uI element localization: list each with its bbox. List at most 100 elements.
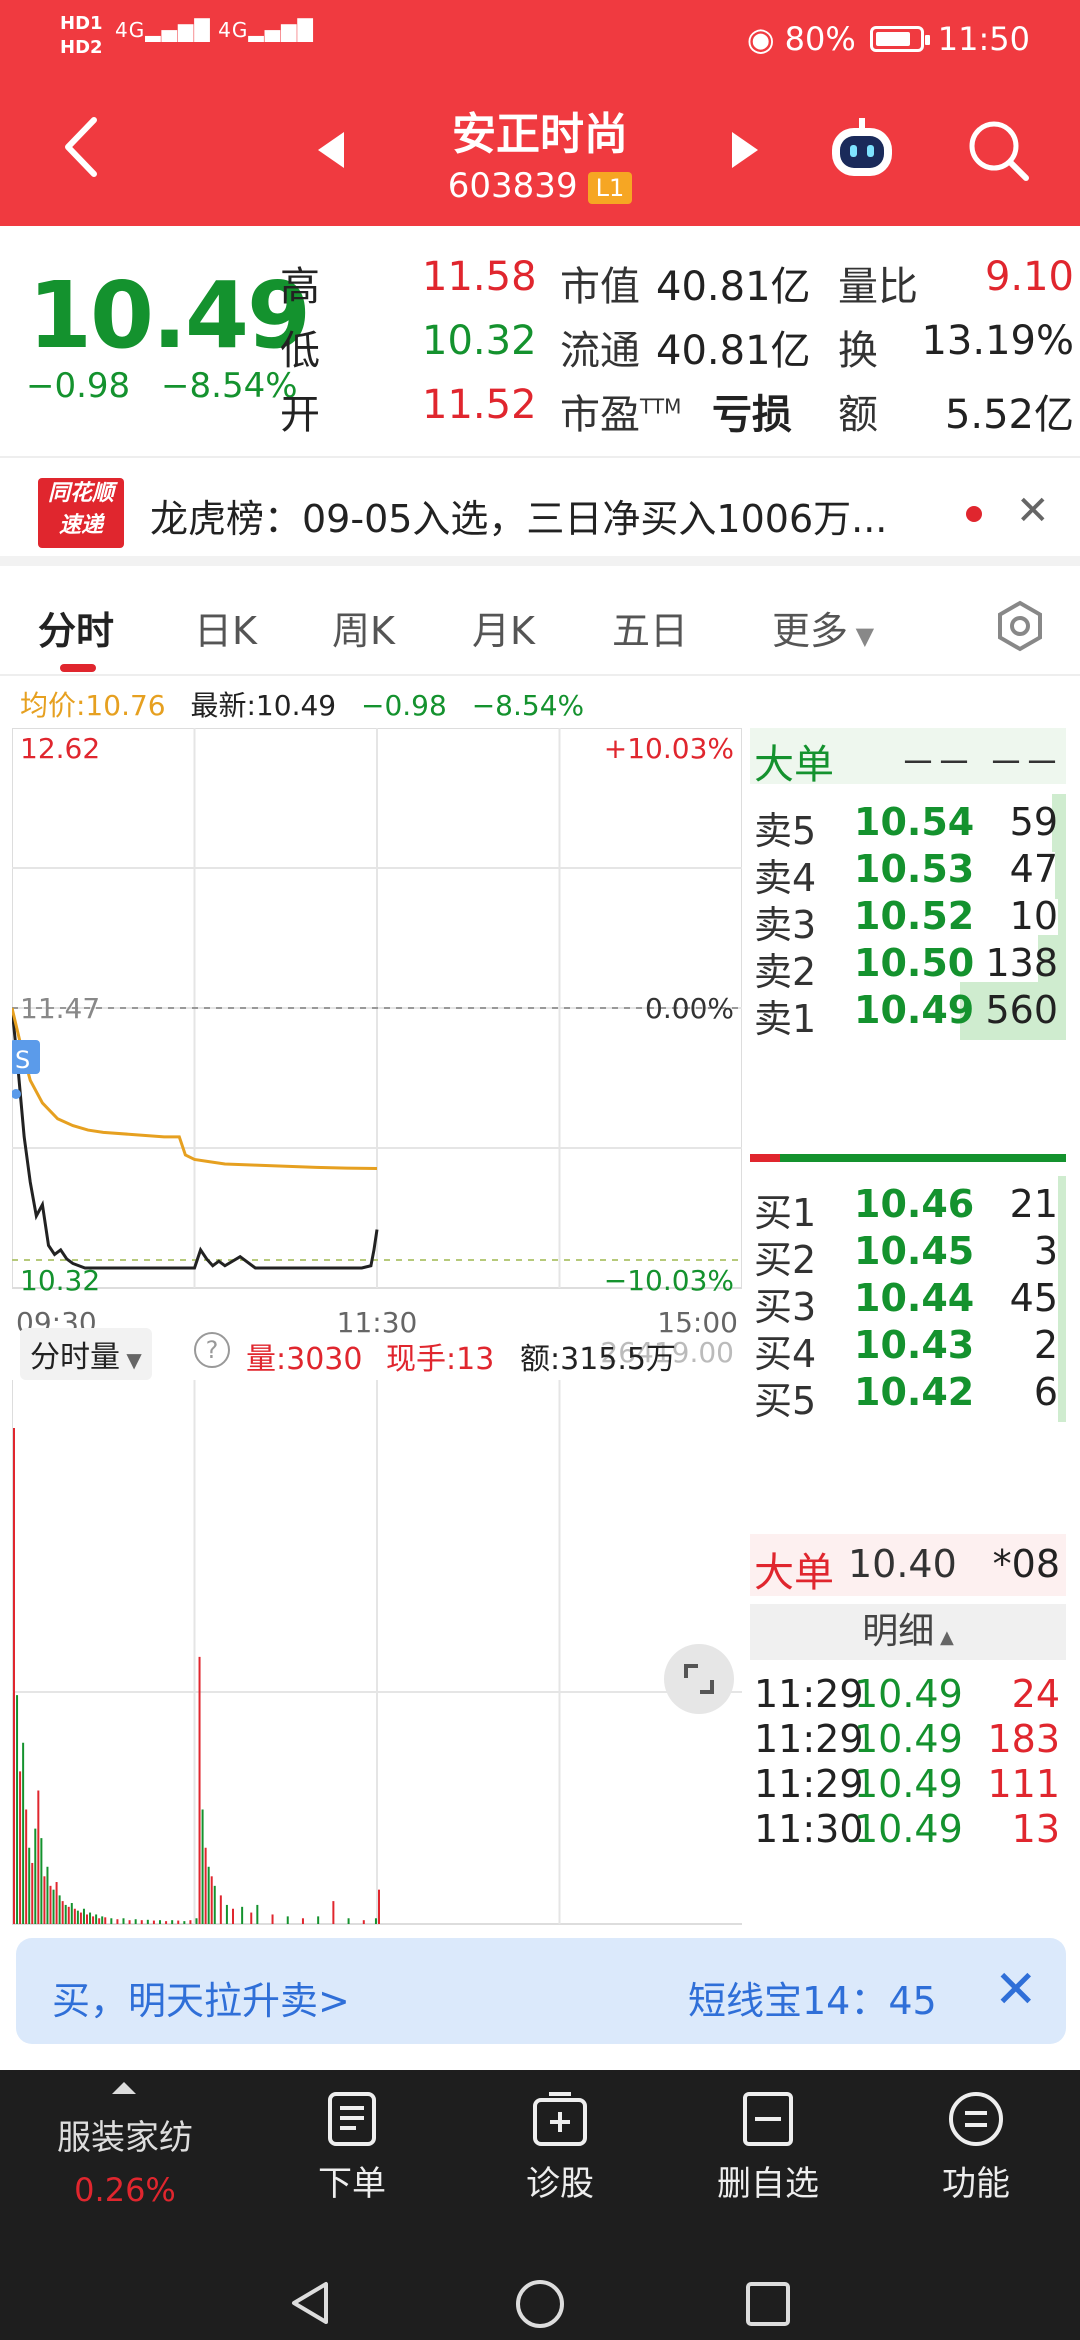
level-volume: 6 [1033, 1370, 1058, 1414]
level-label: 买5 [754, 1379, 817, 1423]
volratio-label: 量比 [838, 264, 918, 310]
change-row: −0.98 −8.54% [26, 366, 298, 406]
battery-pct: 80% [784, 20, 856, 58]
level-badge: L1 [587, 171, 633, 204]
pct-max-label: +10.03% [604, 732, 734, 765]
price-info-line: 均价:10.76 最新:10.49 −0.98 −8.54% [20, 684, 600, 724]
intraday-chart[interactable]: 12.62 11.47 10.32 +10.03% 0.00% −10.03% S 09:30… [10, 727, 743, 1928]
tab-daily-k[interactable]: 日K [194, 600, 257, 655]
news-alert-bar[interactable]: 同花顺 速递 龙虎榜：09-05入选，三日净买入1006万... ✕ [0, 456, 1080, 566]
pct-ref-label: 0.00% [645, 992, 734, 1025]
volume-amount: 额:315.5万 [520, 1342, 676, 1377]
sector-button[interactable]: 服装家纺 0.26% [30, 2110, 220, 2209]
high-value: 11.58 [422, 254, 537, 300]
latest-change: −0.98 [361, 689, 447, 722]
volume-selector[interactable]: 分时量 ▼ [20, 1328, 152, 1380]
bid-ask-ratio-bar [750, 1154, 1066, 1162]
tab-weekly-k[interactable]: 周K [332, 600, 395, 655]
float-label: 流通 [560, 328, 640, 374]
bottom-toolbar: 服装家纺 0.26% 下单 诊股 删自选 功能 [0, 2070, 1080, 2340]
expand-icon[interactable] [664, 1644, 734, 1714]
alert-text: 龙虎榜：09-05入选，三日净买入1006万... [150, 497, 888, 541]
mktcap-label: 市值 [560, 264, 640, 310]
remove-watchlist-button[interactable]: 删自选 [698, 2090, 838, 2205]
diagnose-icon [533, 2092, 587, 2146]
last-price: 10.49 [28, 262, 311, 369]
stock-code-row: 603839 L1 [0, 166, 1080, 206]
order-book: 大单 －－ －－ 卖5 10.54 59 卖4 10.53 47 卖3 10.52 10 卖2 10… [750, 728, 1066, 1928]
close-icon[interactable]: ✕ [994, 1960, 1038, 2020]
header-bar: HD1 HD2 4G▂▄▆█ 4G▂▄▆█ ◉ 80% 11:50 安正时尚 60… [0, 0, 1080, 226]
big-order-header: 大单 －－ －－ [750, 728, 1066, 788]
pe-value: 亏损 [712, 392, 792, 438]
quote-panel: 10.49 −0.98 −8.54% 高 11.58 低 10.32 开 11.… [0, 226, 1080, 456]
tab-more[interactable]: 更多 ▼ [772, 600, 874, 655]
robot-assistant-icon[interactable] [826, 118, 898, 182]
ths-logo: 同花顺 速递 [38, 478, 124, 548]
volratio-value: 9.10 [984, 254, 1074, 300]
y-ref-label: 11.47 [20, 992, 100, 1025]
y-min-label: 10.32 [20, 1264, 100, 1297]
pe-label: 市盈TTM [560, 392, 682, 438]
tab-monthly-k[interactable]: 月K [472, 600, 535, 655]
stock-code: 603839 [447, 166, 578, 206]
tab-five-day[interactable]: 五日 [612, 600, 688, 655]
turnover-label: 换 [838, 328, 878, 374]
volume-share-bar [1058, 1364, 1066, 1422]
trade-volume: 24 [1011, 1672, 1060, 1716]
turnover-value: 13.19% [921, 318, 1074, 364]
promo-banner[interactable]: 买，明天拉升卖> 短线宝14：45 ✕ [16, 1938, 1066, 2044]
volume-total: 量:3030 [246, 1342, 363, 1377]
eye-icon: ◉ [746, 20, 775, 58]
trade-time: 11:29 [754, 1762, 864, 1806]
mktcap-value: 40.81亿 [656, 264, 811, 310]
level-price: 10.49 [854, 988, 975, 1032]
promo-right-text: 短线宝14：45 [688, 1979, 937, 2023]
amount-value: 5.52亿 [944, 392, 1074, 438]
chart-tabs: 分时 日K 周K 月K 五日 更多 ▼ [0, 576, 1080, 676]
diagnose-button[interactable]: 诊股 [490, 2090, 630, 2205]
menu-icon [949, 2092, 1003, 2146]
ask-row[interactable]: 卖1 10.49 560 [750, 976, 1066, 1046]
detail-header[interactable]: 明细 ▲ [750, 1604, 1066, 1660]
trade-volume: 183 [987, 1717, 1060, 1761]
trade-time: 11:30 [754, 1807, 864, 1851]
unread-dot [966, 506, 982, 522]
high-label: 高 [280, 264, 320, 310]
big-order-row[interactable]: 大单 10.40 *08 [750, 1534, 1066, 1596]
tab-intraday[interactable]: 分时 [38, 600, 114, 655]
clock: 11:50 [937, 20, 1030, 58]
level-label: 卖1 [754, 997, 817, 1041]
latest-pct: −8.54% [471, 689, 585, 722]
signal-icon: 4G▂▄▆█ 4G▂▄▆█ [115, 18, 314, 42]
y-max-label: 12.62 [20, 732, 100, 765]
trade-price: 10.49 [854, 1807, 963, 1851]
help-icon[interactable]: ? [194, 1332, 230, 1368]
stock-name: 安正时尚 [452, 109, 628, 160]
expand-up-icon[interactable] [112, 2082, 136, 2094]
avg-price: 均价:10.76 [20, 689, 166, 722]
status-bar: HD1 HD2 4G▂▄▆█ 4G▂▄▆█ ◉ 80% 11:50 [0, 0, 1080, 80]
search-icon[interactable] [966, 118, 1032, 184]
system-nav-bar [0, 2270, 1080, 2340]
trade-price: 10.49 [854, 1672, 963, 1716]
latest-price: 最新:10.49 [190, 689, 337, 722]
low-value: 10.32 [422, 318, 537, 364]
function-button[interactable]: 功能 [906, 2090, 1046, 2205]
trade-signal-label: S [15, 1046, 30, 1074]
level-price: 10.42 [854, 1370, 975, 1414]
trade-time: 11:29 [754, 1672, 864, 1716]
order-button[interactable]: 下单 [282, 2090, 422, 2205]
float-value: 40.81亿 [656, 328, 811, 374]
trade-volume: 13 [1011, 1807, 1060, 1851]
nav-home-icon[interactable] [514, 2278, 566, 2330]
bid-row[interactable]: 买5 10.42 6 [750, 1358, 1066, 1428]
dropdown-icon: ▼ [848, 622, 875, 650]
settings-icon[interactable] [994, 600, 1046, 652]
nav-back-icon[interactable] [286, 2278, 336, 2328]
nav-recents-icon[interactable] [744, 2280, 792, 2328]
low-label: 低 [280, 328, 320, 374]
amount-label: 额 [838, 392, 878, 438]
hd-indicator: HD1 HD2 [60, 13, 103, 58]
close-icon[interactable]: ✕ [1016, 488, 1050, 534]
